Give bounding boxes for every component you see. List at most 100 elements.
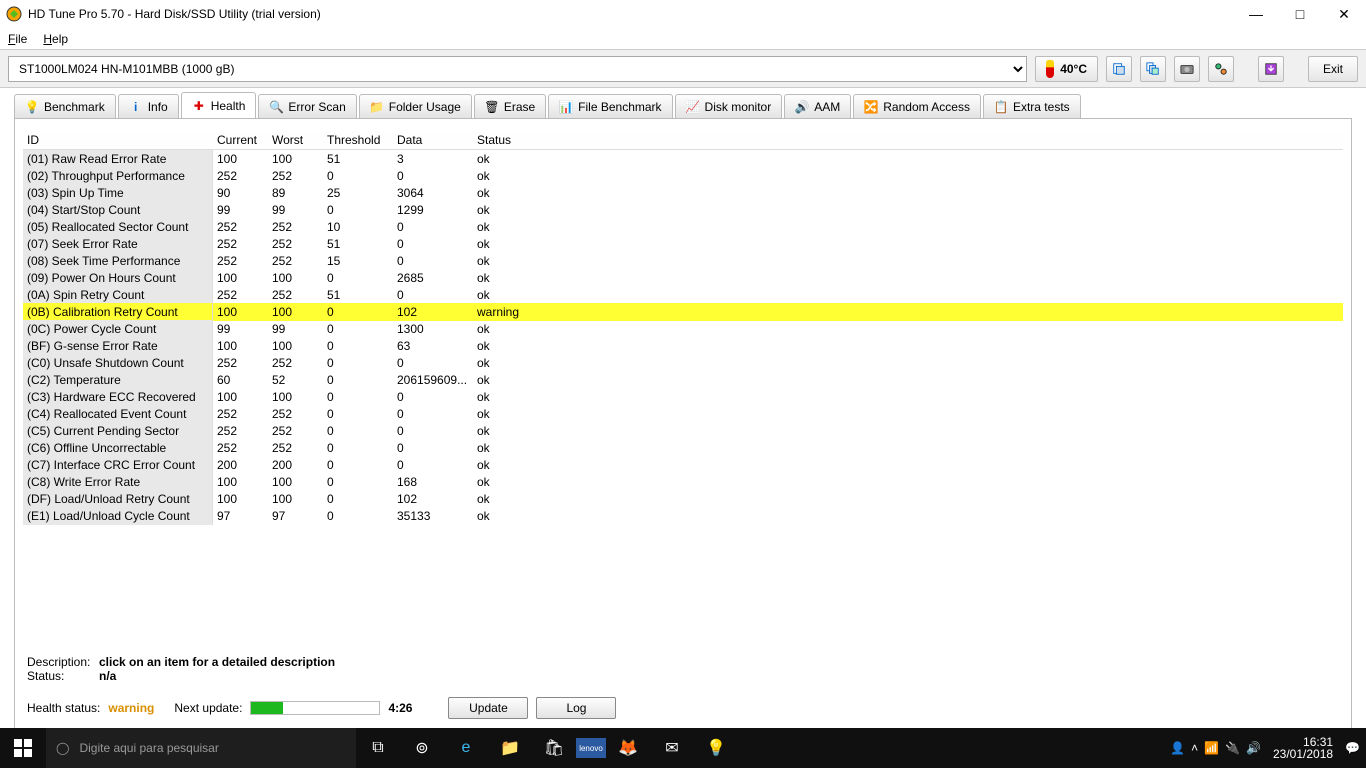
table-row[interactable]: (04) Start/Stop Count999901299ok	[23, 201, 1343, 218]
col-status[interactable]: Status	[473, 131, 1343, 149]
minimize-button[interactable]: —	[1234, 0, 1278, 28]
description-label: Description:	[27, 655, 99, 669]
scan-icon: 🔍	[269, 100, 283, 114]
health-panel: ID Current Worst Threshold Data Status (…	[14, 118, 1352, 730]
table-row[interactable]: (C8) Write Error Rate1001000168ok	[23, 473, 1343, 490]
table-row[interactable]: (E1) Load/Unload Cycle Count9797035133ok	[23, 507, 1343, 524]
windows-taskbar: ◯ Digite aqui para pesquisar ⧉ ⊚ e 📁 🛍 l…	[0, 728, 1366, 768]
copy-text-button[interactable]	[1106, 56, 1132, 82]
start-button[interactable]	[0, 728, 46, 768]
volume-icon[interactable]: 🔊	[1246, 741, 1261, 755]
update-button[interactable]: Update	[448, 697, 528, 719]
maximize-button[interactable]: □	[1278, 0, 1322, 28]
table-row[interactable]: (0B) Calibration Retry Count1001000102wa…	[23, 303, 1343, 320]
table-row[interactable]: (BF) G-sense Error Rate100100063ok	[23, 337, 1343, 354]
tab-file-benchmark[interactable]: 📊File Benchmark	[548, 94, 672, 118]
col-id[interactable]: ID	[23, 131, 213, 149]
tab-erase[interactable]: 🗑Erase	[474, 94, 546, 118]
app-logo-icon	[6, 6, 22, 22]
tab-info[interactable]: iInfo	[118, 94, 179, 118]
table-row[interactable]: (C6) Offline Uncorrectable25225200ok	[23, 439, 1343, 456]
firefox-icon[interactable]: 🦊	[606, 728, 650, 768]
taskbar-clock[interactable]: 16:31 23/01/2018	[1267, 736, 1339, 760]
table-row[interactable]: (07) Seek Error Rate252252510ok	[23, 235, 1343, 252]
random-icon: 🔀	[864, 100, 878, 114]
store-icon[interactable]: 🛍	[532, 728, 576, 768]
wifi-icon[interactable]: 📶	[1204, 741, 1219, 755]
table-row[interactable]: (01) Raw Read Error Rate100100513ok	[23, 150, 1343, 167]
menu-file[interactable]: File	[8, 32, 27, 46]
device-selector[interactable]: ST1000LM024 HN-M101MBB (1000 gB)	[8, 56, 1027, 82]
thermometer-icon	[1046, 60, 1054, 78]
tray-chevron-icon[interactable]: ˄	[1191, 741, 1198, 755]
col-threshold[interactable]: Threshold	[323, 131, 393, 149]
options-button[interactable]	[1208, 56, 1234, 82]
folder-icon: 📁	[370, 100, 384, 114]
status-value: n/a	[99, 669, 116, 683]
info-icon: i	[129, 100, 143, 114]
table-row[interactable]: (09) Power On Hours Count10010002685ok	[23, 269, 1343, 286]
notifications-icon[interactable]: 💬	[1345, 741, 1360, 755]
hdtune-taskbar-icon[interactable]: 💡	[694, 728, 738, 768]
tab-extra-tests[interactable]: 📋Extra tests	[983, 94, 1081, 118]
table-row[interactable]: (C7) Interface CRC Error Count20020000ok	[23, 456, 1343, 473]
table-row[interactable]: (C3) Hardware ECC Recovered10010000ok	[23, 388, 1343, 405]
status-label: Status:	[27, 669, 99, 683]
aam-icon: 🔊	[795, 100, 809, 114]
edge-icon[interactable]: e	[444, 728, 488, 768]
log-button[interactable]: Log	[536, 697, 616, 719]
col-data[interactable]: Data	[393, 131, 473, 149]
col-current[interactable]: Current	[213, 131, 268, 149]
search-placeholder: Digite aqui para pesquisar	[79, 741, 218, 755]
mail-icon[interactable]: ✉	[650, 728, 694, 768]
menu-help[interactable]: Help	[43, 32, 68, 46]
temperature-value: 40°C	[1060, 62, 1087, 76]
task-view-icon[interactable]: ⧉	[356, 728, 400, 768]
next-update-label: Next update:	[174, 701, 242, 715]
cortana-mic-icon[interactable]: ⊚	[400, 728, 444, 768]
tab-folder-usage[interactable]: 📁Folder Usage	[359, 94, 472, 118]
table-row[interactable]: (C2) Temperature60520206159609...ok	[23, 371, 1343, 388]
erase-icon: 🗑	[485, 100, 499, 114]
description-value: click on an item for a detailed descript…	[99, 655, 335, 669]
exit-button[interactable]: Exit	[1308, 56, 1358, 82]
smart-table: ID Current Worst Threshold Data Status (…	[23, 131, 1343, 647]
people-icon[interactable]: 👤	[1170, 741, 1185, 755]
taskbar-apps: ⧉ ⊚ e 📁 🛍 lenovo 🦊 ✉ 💡	[356, 728, 738, 768]
file-benchmark-icon: 📊	[559, 100, 573, 114]
tab-health[interactable]: ✚Health	[181, 92, 257, 118]
taskbar-tray: 👤 ˄ 📶 🔌 🔊 16:31 23/01/2018 💬	[1170, 736, 1366, 760]
toolbar: ST1000LM024 HN-M101MBB (1000 gB) 40°C Ex…	[0, 50, 1366, 88]
tab-aam[interactable]: 🔊AAM	[784, 94, 851, 118]
battery-icon[interactable]: 🔌	[1225, 741, 1240, 755]
table-row[interactable]: (02) Throughput Performance25225200ok	[23, 167, 1343, 184]
health-footer: Health status: warning Next update: 4:26…	[23, 695, 1343, 721]
titlebar: HD Tune Pro 5.70 - Hard Disk/SSD Utility…	[0, 0, 1366, 28]
benchmark-icon: 💡	[25, 100, 39, 114]
next-update-time: 4:26	[388, 701, 412, 715]
table-row[interactable]: (DF) Load/Unload Retry Count1001000102ok	[23, 490, 1343, 507]
table-row[interactable]: (C4) Reallocated Event Count25225200ok	[23, 405, 1343, 422]
tab-error-scan[interactable]: 🔍Error Scan	[258, 94, 356, 118]
copy-all-button[interactable]	[1140, 56, 1166, 82]
tab-disk-monitor[interactable]: 📈Disk monitor	[675, 94, 783, 118]
col-worst[interactable]: Worst	[268, 131, 323, 149]
table-row[interactable]: (03) Spin Up Time9089253064ok	[23, 184, 1343, 201]
health-icon: ✚	[192, 99, 206, 113]
close-button[interactable]: ✕	[1322, 0, 1366, 28]
taskbar-search[interactable]: ◯ Digite aqui para pesquisar	[46, 728, 356, 768]
table-row[interactable]: (08) Seek Time Performance252252150ok	[23, 252, 1343, 269]
table-row[interactable]: (0C) Power Cycle Count999901300ok	[23, 320, 1343, 337]
tab-benchmark[interactable]: 💡Benchmark	[14, 94, 116, 118]
table-header: ID Current Worst Threshold Data Status	[23, 131, 1343, 150]
explorer-icon[interactable]: 📁	[488, 728, 532, 768]
save-button[interactable]	[1258, 56, 1284, 82]
table-row[interactable]: (C0) Unsafe Shutdown Count25225200ok	[23, 354, 1343, 371]
lenovo-icon[interactable]: lenovo	[576, 738, 606, 758]
table-row[interactable]: (C5) Current Pending Sector25225200ok	[23, 422, 1343, 439]
screenshot-button[interactable]	[1174, 56, 1200, 82]
table-row[interactable]: (05) Reallocated Sector Count252252100ok	[23, 218, 1343, 235]
tab-random-access[interactable]: 🔀Random Access	[853, 94, 981, 118]
table-row[interactable]: (0A) Spin Retry Count252252510ok	[23, 286, 1343, 303]
temperature-display: 40°C	[1035, 56, 1098, 82]
